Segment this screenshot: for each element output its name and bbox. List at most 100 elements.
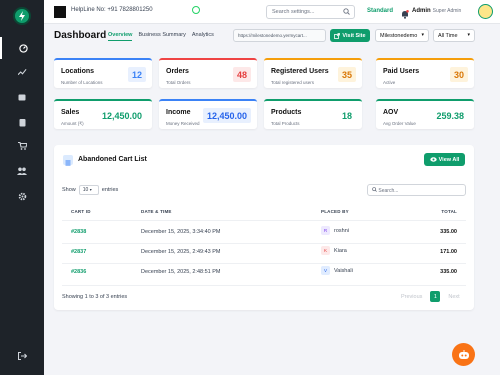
- stat-card[interactable]: Locations Number of Locations 12: [54, 58, 152, 88]
- analytics-chart-icon[interactable]: [0, 61, 44, 83]
- pagination-next[interactable]: Next: [444, 292, 463, 302]
- stat-card-value: 259.38: [432, 108, 468, 123]
- admin-user[interactable]: Admin Super Admin: [412, 8, 461, 14]
- calendar-icon[interactable]: [0, 86, 44, 108]
- customer-name: roshni: [334, 227, 349, 234]
- stat-card-subtitle: Amount (₹): [61, 121, 84, 126]
- stat-card-subtitle: Avg Order Value: [383, 121, 416, 126]
- table-row[interactable]: #2837 December 15, 2025, 2:49:43 PM K Kiara…: [54, 243, 474, 263]
- helpline-logo: [54, 6, 66, 18]
- visit-site-button[interactable]: Visit Site: [330, 29, 370, 42]
- pagination-page[interactable]: 1: [430, 291, 441, 302]
- cart-total: 171.00: [440, 249, 457, 255]
- cart-id-link[interactable]: #2837: [71, 249, 86, 255]
- tab-analytics[interactable]: Analytics: [192, 32, 214, 41]
- stat-card-subtitle: Total registered users: [271, 80, 315, 85]
- stat-card-subtitle: Total Products: [271, 121, 300, 126]
- stat-card[interactable]: AOV Avg Order Value 259.38: [376, 99, 474, 129]
- stat-card[interactable]: Orders Total Orders 48: [159, 58, 257, 88]
- table-search-input[interactable]: Search...: [367, 184, 466, 196]
- pagination-previous[interactable]: Previous: [397, 292, 426, 302]
- tab-business-summary[interactable]: Business Summary: [138, 32, 185, 41]
- view-all-button[interactable]: View All: [424, 153, 465, 166]
- cart-id-link[interactable]: #2838: [71, 229, 86, 235]
- stat-card-subtitle: Total Orders: [166, 80, 191, 85]
- stat-card-subtitle: Number of Locations: [61, 80, 103, 85]
- stat-card-title: Income: [166, 109, 191, 116]
- stat-card-title: Orders: [166, 68, 189, 75]
- stat-card[interactable]: Paid Users Active 30: [376, 58, 474, 88]
- sidebar: [0, 0, 44, 375]
- plan-badge[interactable]: Standard: [367, 8, 393, 14]
- cart-date: December 15, 2025, 2:48:51 PM: [141, 269, 221, 275]
- search-icon: [343, 8, 350, 17]
- table-bottom-divider: [62, 285, 466, 286]
- stat-card-title: Products: [271, 109, 302, 116]
- dashboard-icon[interactable]: [0, 37, 44, 59]
- panel-title: Abandoned Cart List: [78, 156, 147, 163]
- stat-card-subtitle: Active: [383, 80, 396, 85]
- col-header-placed-by[interactable]: PLACED BY: [321, 209, 349, 214]
- col-header-date[interactable]: DATE & TIME: [141, 209, 172, 214]
- chat-support-button[interactable]: [452, 343, 475, 366]
- customer-initial-badge: R: [321, 226, 330, 235]
- show-label: Show: [62, 187, 76, 193]
- entries-select[interactable]: 10 ▾: [78, 185, 99, 195]
- cart-date: December 15, 2025, 3:34:40 PM: [141, 229, 221, 235]
- notification-bell-icon[interactable]: [401, 6, 409, 24]
- col-header-cart-id[interactable]: CART ID: [71, 209, 91, 214]
- entries-select-value: 10: [82, 187, 89, 193]
- stat-card-value: 30: [449, 67, 468, 82]
- store-select[interactable]: Milestonedemo ▾: [375, 29, 429, 42]
- time-range-value: All Time: [438, 33, 458, 39]
- entries-label: entries: [101, 187, 119, 193]
- stat-card-value: 48: [232, 67, 251, 82]
- cart-total: 335.00: [440, 229, 457, 235]
- stat-card-subtitle: Money Received: [166, 121, 200, 126]
- admin-role: Super Admin: [432, 8, 462, 14]
- stat-card[interactable]: Registered Users Total registered users 35: [264, 58, 362, 88]
- stat-card[interactable]: Income Money Received 12,450.00: [159, 99, 257, 129]
- placed-by: V Vaishali: [321, 266, 353, 275]
- eye-icon: [429, 157, 437, 162]
- pagination: Previous 1 Next: [397, 291, 464, 302]
- col-header-total[interactable]: TOTAL: [441, 209, 457, 214]
- customer-name: Vaishali: [334, 267, 353, 274]
- stat-card-value: 12: [127, 67, 146, 82]
- list-icon: [63, 155, 73, 166]
- chevron-down-icon: ▾: [421, 32, 424, 38]
- stat-card-title: Paid Users: [383, 68, 420, 75]
- table-row[interactable]: #2838 December 15, 2025, 3:34:40 PM Rroshn…: [54, 223, 474, 243]
- tab-overview[interactable]: Overview: [108, 32, 133, 41]
- dashboard-tabs: Overview Business Summary Analytics: [108, 32, 214, 41]
- settings-search-input[interactable]: Search settings...: [266, 5, 355, 19]
- users-icon[interactable]: [0, 160, 44, 182]
- cart-icon[interactable]: [0, 135, 44, 157]
- stat-card-value: 12,450.00: [97, 108, 146, 123]
- stat-card-title: Registered Users: [271, 68, 329, 75]
- visit-site-label: Visit Site: [342, 32, 366, 39]
- cart-date: December 15, 2025, 2:49:43 PM: [141, 249, 221, 255]
- logout-icon[interactable]: [0, 345, 44, 367]
- abandoned-cart-panel: Abandoned Cart List View All Show 10 ▾ e…: [54, 145, 474, 310]
- customer-initial-badge: V: [321, 266, 330, 275]
- stat-card[interactable]: Sales Amount (₹) 12,450.00: [54, 99, 152, 129]
- table-info: Showing 1 to 3 of 3 entries: [62, 294, 128, 300]
- search-placeholder: Search settings...: [272, 9, 315, 15]
- placed-by: Rroshni: [321, 226, 349, 235]
- customer-name: Kiara: [334, 247, 347, 254]
- brand-logo-icon[interactable]: [13, 7, 31, 25]
- time-range-select[interactable]: All Time ▾: [433, 29, 475, 42]
- table-row[interactable]: #2836 December 15, 2025, 2:48:51 PM V Vaish…: [54, 263, 474, 283]
- stat-card-title: Sales: [61, 109, 80, 116]
- settings-gear-icon[interactable]: [0, 185, 44, 207]
- helpline-text: HelpLine No: +91 7828801250: [71, 7, 153, 13]
- site-url-field[interactable]: https://milestonedemo.yermycart...: [233, 29, 326, 42]
- whatsapp-icon[interactable]: [192, 6, 200, 14]
- cart-id-link[interactable]: #2836: [71, 269, 86, 275]
- avatar[interactable]: [478, 4, 493, 19]
- stat-card-title: Locations: [61, 68, 95, 75]
- clipboard-icon[interactable]: [0, 111, 44, 133]
- stat-card[interactable]: Products Total Products 18: [264, 99, 362, 129]
- cart-total: 335.00: [440, 269, 457, 275]
